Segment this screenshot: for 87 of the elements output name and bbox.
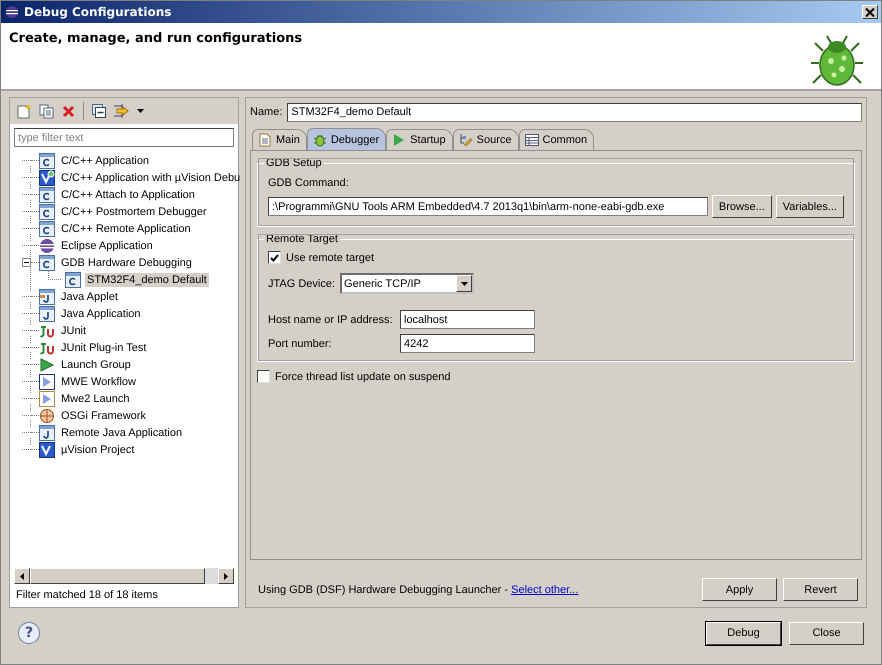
check-icon bbox=[270, 254, 279, 262]
collapse-icon bbox=[92, 104, 106, 118]
name-label: Name: bbox=[250, 106, 282, 118]
tab[interactable]: Source bbox=[452, 129, 518, 150]
copy-icon bbox=[38, 104, 54, 118]
host-field[interactable]: localhost bbox=[400, 310, 535, 329]
tree-item[interactable]: C/C++ Postmortem Debugger bbox=[59, 204, 209, 218]
filter-status: Filter matched 18 of 18 items bbox=[15, 588, 159, 603]
action-button[interactable]: Revert bbox=[783, 578, 858, 601]
jtag-label: JTAG Device: bbox=[268, 278, 336, 290]
delete-icon bbox=[62, 104, 74, 118]
tree-item[interactable]: GDB Hardware Debugging bbox=[59, 256, 194, 270]
window-icon bbox=[39, 288, 55, 304]
gdb-command-label: GDB Command: bbox=[268, 177, 350, 189]
close-button[interactable] bbox=[862, 5, 878, 19]
launcher-text: Using GDB (DSF) Hardware Debugging Launcher - Select other... bbox=[258, 584, 580, 596]
window-icon bbox=[39, 186, 55, 202]
force-thread-label: Force thread list update on suspend bbox=[275, 370, 451, 382]
help-button[interactable]: ? bbox=[18, 622, 40, 644]
port-field[interactable]: 4242 bbox=[400, 334, 535, 353]
force-thread-checkbox[interactable] bbox=[257, 370, 270, 383]
scroll-track bbox=[205, 568, 218, 584]
tree-item[interactable]: STM32F4_demo Default bbox=[85, 272, 209, 286]
close-icon bbox=[865, 8, 875, 16]
window-icon bbox=[39, 220, 55, 236]
dialog-button[interactable]: Close bbox=[789, 622, 864, 644]
play-icon bbox=[39, 356, 55, 372]
tree-item[interactable]: Launch Group bbox=[59, 358, 133, 372]
use-remote-label: Use remote target bbox=[286, 252, 374, 264]
tree-item[interactable]: OSGi Framework bbox=[59, 408, 148, 422]
sphere-icon bbox=[39, 238, 55, 254]
action-button[interactable]: Apply bbox=[702, 578, 777, 601]
use-remote-checkbox[interactable] bbox=[268, 251, 281, 264]
tab[interactable]: Main bbox=[252, 129, 307, 150]
filter-field[interactable]: type filter text bbox=[14, 128, 234, 147]
jtag-dropdown[interactable]: Generic TCP/IP bbox=[340, 273, 474, 294]
header-title: Create, manage, and run configurations bbox=[9, 31, 302, 46]
gdb-command-field[interactable]: :\Programmi\GNU Tools ARM Embedded\4.7 2013q1\bin\arm-none-eabi-gdb.exe bbox=[268, 197, 708, 216]
group-title: Remote Target bbox=[265, 233, 339, 245]
right-arrow-icon bbox=[224, 572, 228, 580]
caret-icon bbox=[137, 109, 144, 113]
window-icon bbox=[39, 254, 55, 270]
horizontal-scrollbar[interactable] bbox=[14, 568, 234, 584]
tree-item[interactable]: MWE Workflow bbox=[59, 374, 138, 388]
gdb-button[interactable]: Browse... bbox=[712, 195, 772, 218]
left-arrow-icon bbox=[20, 572, 24, 580]
name-field[interactable]: STM32F4_demo Default bbox=[287, 102, 862, 122]
select-other-link[interactable]: Select other... bbox=[511, 584, 578, 596]
document-icon bbox=[258, 133, 272, 147]
collapse-icon[interactable] bbox=[22, 258, 31, 267]
globe-icon bbox=[39, 408, 55, 424]
tree-item[interactable]: JUnit bbox=[59, 324, 88, 338]
window-icon bbox=[39, 306, 55, 322]
port-label: Port number: bbox=[268, 338, 333, 350]
play-icon bbox=[392, 133, 406, 147]
collapse-all-button[interactable] bbox=[89, 101, 109, 121]
caret-icon bbox=[460, 282, 468, 286]
filter-icon bbox=[113, 103, 131, 119]
tree-item[interactable]: C/C++ Remote Application bbox=[59, 222, 193, 236]
dialog-button[interactable]: Debug bbox=[706, 622, 781, 644]
tree-pencil-icon bbox=[458, 133, 473, 147]
tree-item[interactable]: Java Applet bbox=[59, 290, 120, 304]
window-title: Debug Configurations bbox=[24, 5, 172, 19]
window-icon bbox=[39, 152, 55, 168]
play-icon bbox=[39, 390, 55, 406]
sphere-icon bbox=[5, 5, 19, 19]
tab[interactable]: Startup bbox=[386, 129, 453, 150]
bug-icon bbox=[312, 132, 327, 146]
tab[interactable]: Common bbox=[518, 129, 594, 150]
window-icon bbox=[65, 272, 81, 288]
tree-item[interactable]: Mwe2 Launch bbox=[59, 392, 132, 406]
tree-item[interactable]: Eclipse Application bbox=[59, 238, 155, 252]
host-label: Host name or IP address: bbox=[268, 314, 394, 326]
play-icon bbox=[39, 374, 55, 390]
tree-item[interactable]: C/C++ Application bbox=[59, 154, 152, 168]
table-icon bbox=[524, 133, 538, 147]
new-file-icon bbox=[17, 104, 31, 118]
tree-item[interactable]: µVision Project bbox=[59, 442, 136, 456]
window-icon bbox=[39, 204, 55, 220]
tree-item[interactable]: C/C++ Application with µVision Debu bbox=[59, 170, 242, 184]
scroll-thumb[interactable] bbox=[30, 568, 205, 584]
tree-item[interactable]: Java Application bbox=[59, 306, 142, 320]
tab[interactable]: Debugger bbox=[306, 128, 386, 150]
gdb-button[interactable]: Variables... bbox=[776, 195, 844, 218]
tree-item[interactable]: JUnit Plug-in Test bbox=[59, 340, 148, 354]
tree-item[interactable]: Remote Java Application bbox=[59, 426, 184, 440]
tree-item[interactable]: C/C++ Attach to Application bbox=[59, 188, 197, 202]
